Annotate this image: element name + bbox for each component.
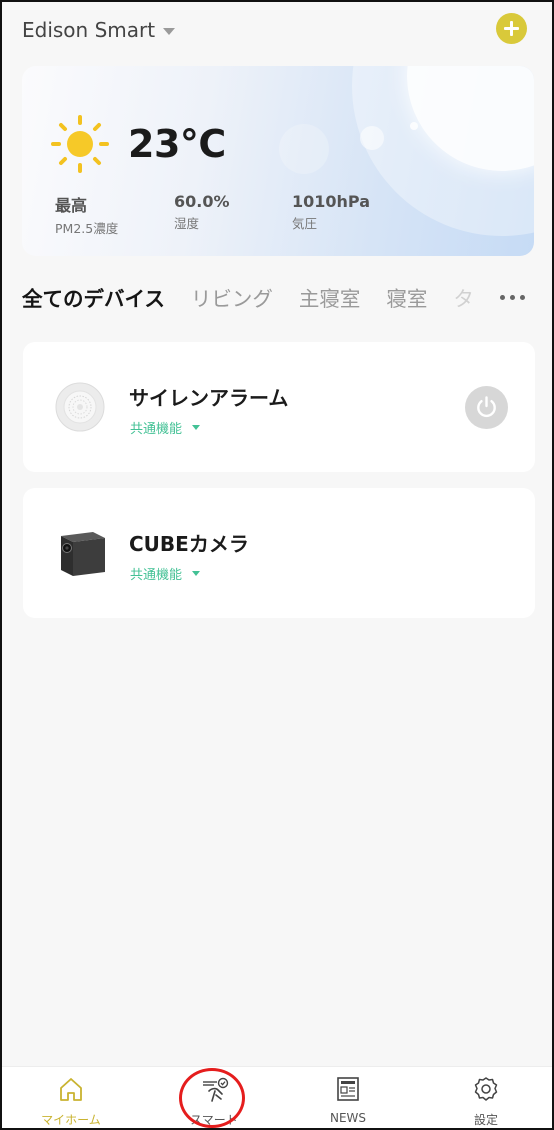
weather-stat-pm25: 最高 PM2.5濃度 <box>55 192 118 237</box>
news-icon <box>337 1077 359 1101</box>
tab-living[interactable]: リビング <box>191 282 273 312</box>
common-functions-dropdown[interactable]: 共通機能 <box>130 418 201 437</box>
nav-label: 設定 <box>473 1113 498 1127</box>
tab-all-devices[interactable]: 全てのデバイス <box>22 282 165 312</box>
settings-gear-icon <box>474 1077 498 1101</box>
room-tabs: 全てのデバイス リビング 主寝室 寝室 タ <box>22 280 472 314</box>
stat-value: 1010hPa <box>292 192 371 211</box>
bottom-nav: マイホーム スマート NEWS 設定 <box>2 1066 552 1128</box>
nav-label: NEWS <box>329 1111 367 1125</box>
smart-icon <box>203 1077 229 1102</box>
power-icon <box>477 396 496 418</box>
nav-item-smart[interactable]: スマート <box>154 1067 274 1128</box>
weather-decoration <box>360 126 384 150</box>
nav-label: スマート <box>190 1113 238 1127</box>
more-dots-icon[interactable] <box>500 295 526 301</box>
power-button[interactable] <box>465 386 508 429</box>
caret-down-icon <box>192 571 201 576</box>
app-screen: Edison Smart 23°C 最高 PM2.5濃度 60.0% 湿度 10… <box>0 0 554 1130</box>
tab-master-bedroom[interactable]: 主寝室 <box>299 282 361 312</box>
weather-card[interactable]: 23°C 最高 PM2.5濃度 60.0% 湿度 1010hPa 気圧 <box>22 66 534 256</box>
siren-alarm-icon <box>55 382 105 432</box>
common-functions-label: 共通機能 <box>130 422 183 437</box>
device-card-camera[interactable]: CUBEカメラ 共通機能 <box>23 488 535 618</box>
weather-decoration <box>410 122 418 130</box>
device-name: CUBEカメラ <box>129 532 249 556</box>
common-functions-label: 共通機能 <box>130 568 183 583</box>
home-icon <box>60 1078 82 1101</box>
sun-icon <box>51 115 109 173</box>
plus-icon[interactable] <box>496 13 527 44</box>
nav-item-news[interactable]: NEWS <box>288 1067 408 1128</box>
home-name: Edison Smart <box>22 18 156 42</box>
home-selector[interactable]: Edison Smart <box>22 14 176 46</box>
stat-value: 60.0% <box>174 192 230 211</box>
caret-down-icon <box>192 425 201 430</box>
stat-label: 気圧 <box>292 216 318 231</box>
weather-stat-pressure: 1010hPa 気圧 <box>292 192 370 232</box>
common-functions-dropdown[interactable]: 共通機能 <box>130 564 201 583</box>
nav-item-settings[interactable]: 設定 <box>426 1067 546 1128</box>
tab-bedroom[interactable]: 寝室 <box>386 282 427 312</box>
device-card-siren[interactable]: サイレンアラーム 共通機能 <box>23 342 535 472</box>
cube-camera-icon <box>61 532 105 576</box>
device-name: サイレンアラーム <box>129 386 289 410</box>
weather-stat-humidity: 60.0% 湿度 <box>174 192 230 232</box>
temperature: 23°C <box>128 122 226 166</box>
nav-item-my-home[interactable]: マイホーム <box>11 1067 131 1128</box>
weather-decoration <box>279 124 329 174</box>
chevron-down-icon <box>163 27 176 35</box>
nav-label: マイホーム <box>41 1113 101 1127</box>
stat-label: PM2.5濃度 <box>55 221 119 236</box>
stat-value: 最高 <box>55 196 88 215</box>
tab-truncated[interactable]: タ <box>453 282 472 312</box>
stat-label: 湿度 <box>174 216 200 231</box>
